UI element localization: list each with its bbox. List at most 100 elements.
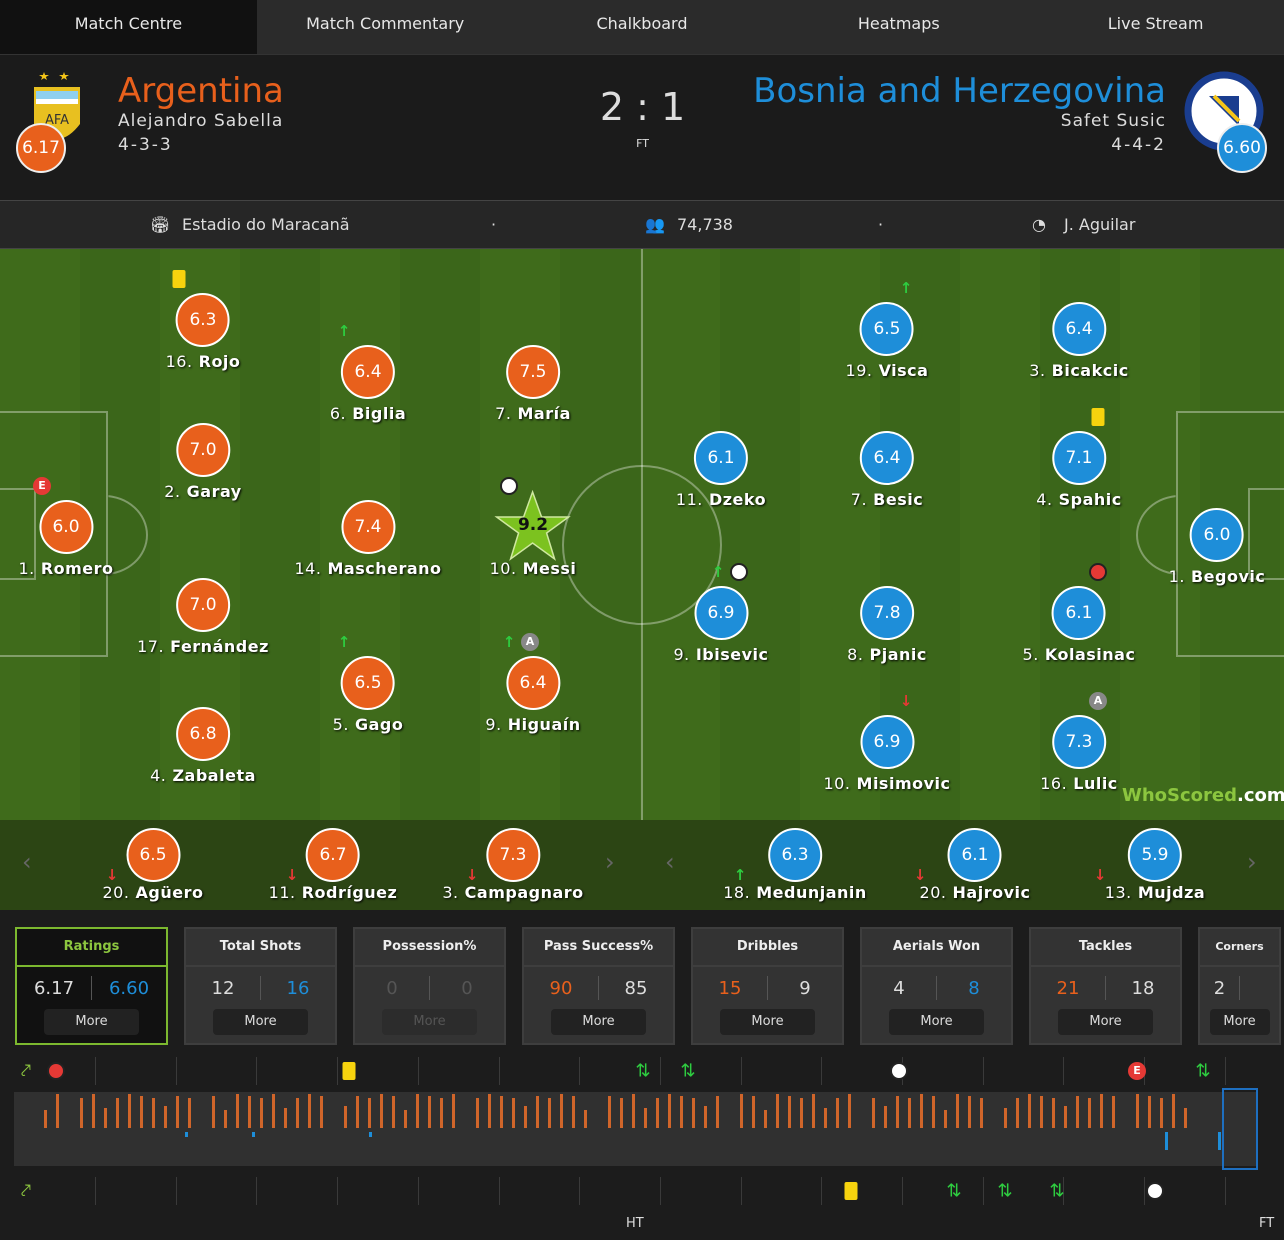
timeline-tick <box>659 1177 661 1205</box>
chalkboard-icon[interactable]: ⤤ <box>21 1061 31 1082</box>
player-rating: 7.8 <box>860 586 914 640</box>
player[interactable]: 6.5 19. Visca <box>846 302 929 380</box>
player[interactable]: 7.8 8. Pjanic <box>847 586 927 664</box>
player[interactable]: 9.2 10. Messi <box>490 490 577 578</box>
player-rating: 6.1 <box>1051 586 1106 640</box>
player[interactable]: 6.3 16. Rojo <box>166 293 241 371</box>
away-subs-next-button[interactable]: › <box>1247 848 1257 876</box>
yellow-card-icon <box>844 1182 858 1200</box>
player[interactable]: 6.0 1. Romero <box>18 500 113 578</box>
tab-match-centre[interactable]: Match Centre <box>0 0 257 54</box>
player-rating: 7.0 <box>176 578 230 632</box>
home-subs-prev-button[interactable]: ‹ <box>22 848 32 876</box>
player-rating: 7.3 <box>485 828 540 882</box>
player[interactable]: 7.5 7. María <box>495 345 571 423</box>
home-event-bar <box>248 1096 251 1128</box>
match-timeline[interactable] <box>14 1088 1258 1170</box>
more-button[interactable]: More <box>44 1009 139 1035</box>
stat-card[interactable]: Ratings 6.17 6.60 More <box>15 927 168 1045</box>
away-subs-prev-button[interactable]: ‹ <box>665 848 675 876</box>
home-event-bar <box>320 1096 323 1128</box>
tab-heatmaps[interactable]: Heatmaps <box>770 0 1027 54</box>
stat-title: Dribbles <box>693 929 842 967</box>
timeline-range-handle[interactable] <box>1222 1088 1258 1170</box>
stat-card[interactable]: Tackles 21 18 More <box>1029 927 1182 1045</box>
home-event-bar <box>80 1098 83 1128</box>
player[interactable]: 7.0 17. Fernández <box>137 578 269 656</box>
stat-card[interactable]: Pass Success% 90 85 More <box>522 927 675 1045</box>
pitch: WhoScored.com 6.3 16. Rojo 6.4 6. Biglia ↑ 7.… <box>0 249 1284 820</box>
player[interactable]: 6.0 1. Begovic <box>1169 508 1266 586</box>
stat-card[interactable]: Total Shots 12 16 More <box>184 927 337 1045</box>
away-stat-value: 18 <box>1131 977 1155 999</box>
substitution-icon[interactable]: ⇅ <box>1195 1061 1210 1082</box>
player[interactable]: 6.1 11. Dzeko <box>676 431 766 509</box>
player[interactable]: 6.4 9. Higuaín <box>485 656 580 734</box>
player[interactable]: 7.3 3. Campagnaro <box>442 828 583 902</box>
substitution-icon[interactable]: ⇅ <box>680 1061 695 1082</box>
more-button[interactable]: More <box>213 1009 308 1035</box>
chalkboard-icon[interactable]: ⤤ <box>21 1181 31 1202</box>
tab-chalkboard[interactable]: Chalkboard <box>514 0 771 54</box>
player[interactable]: 6.1 5. Kolasinac <box>1023 586 1136 664</box>
home-event-bar <box>1184 1108 1187 1128</box>
substitution-icon[interactable]: ⇅ <box>635 1061 650 1082</box>
player[interactable]: 6.9 9. Ibisevic <box>673 586 768 664</box>
player[interactable]: 6.5 20. Agüero <box>103 828 204 902</box>
substitution-icon[interactable]: ⇅ <box>997 1181 1012 1202</box>
home-event-bar <box>416 1094 419 1128</box>
timeline-tick <box>740 1177 742 1205</box>
match-header: AFA 6.17 Argentina Alejandro Sabella 4-3… <box>0 54 1284 200</box>
timeline-tick <box>256 1177 258 1205</box>
tab-live-stream[interactable]: Live Stream <box>1027 0 1284 54</box>
more-button[interactable]: More <box>551 1009 646 1035</box>
player-name: 9. Ibisevic <box>673 645 769 664</box>
goal-icon <box>890 1062 908 1080</box>
home-stat-value: 4 <box>893 977 905 999</box>
away-team-name[interactable]: Bosnia and Herzegovina <box>753 71 1166 111</box>
stat-card[interactable]: Corners 2 More <box>1198 927 1281 1045</box>
substitution-icon[interactable]: ⇅ <box>1049 1181 1064 1202</box>
timeline-tick <box>740 1057 742 1085</box>
crowd-icon: 👥 <box>645 215 665 234</box>
home-event-bar <box>212 1096 215 1128</box>
player[interactable]: 6.3 18. Medunjanin <box>723 828 867 902</box>
player[interactable]: 5.9 13. Mujdza <box>1105 828 1205 902</box>
assist-icon: A <box>1089 692 1107 710</box>
player[interactable]: 6.7 11. Rodríguez <box>269 828 398 902</box>
player[interactable]: 6.4 7. Besic <box>851 431 923 509</box>
home-subs-next-button[interactable]: › <box>605 848 615 876</box>
tab-match-commentary[interactable]: Match Commentary <box>257 0 514 54</box>
more-button[interactable]: More <box>889 1009 984 1035</box>
home-team-name[interactable]: Argentina <box>118 71 284 111</box>
player[interactable]: 6.4 6. Biglia <box>330 345 406 423</box>
substitutes-bar: ‹ › ‹ › 6.5 20. Agüero ↓ 6.7 11. Rodríguez ↓ 7… <box>0 820 1284 910</box>
home-event-bar <box>788 1096 791 1128</box>
more-button[interactable]: More <box>1058 1009 1153 1035</box>
home-event-bar <box>1028 1094 1031 1128</box>
referee: J. Aguilar <box>1064 215 1136 234</box>
more-button[interactable]: More <box>720 1009 815 1035</box>
substitution-icon[interactable]: ⇅ <box>946 1181 961 1202</box>
home-event-bar <box>1148 1096 1151 1128</box>
stat-card[interactable]: Dribbles 15 9 More <box>691 927 844 1045</box>
more-button[interactable]: More <box>382 1009 477 1035</box>
away-stat-value: 8 <box>968 977 980 999</box>
player[interactable]: 7.4 14. Mascherano <box>294 500 441 578</box>
home-event-bar <box>392 1096 395 1128</box>
player[interactable]: 6.8 4. Zabaleta <box>150 707 256 785</box>
away-event-bar <box>1218 1132 1221 1150</box>
player[interactable]: 6.5 5. Gago <box>333 656 404 734</box>
player[interactable]: 6.4 3. Bicakcic <box>1029 302 1128 380</box>
stat-card[interactable]: Possession% 0 0 More <box>353 927 506 1045</box>
more-button[interactable]: More <box>1209 1009 1270 1035</box>
player[interactable]: 6.1 20. Hajrovic <box>920 828 1031 902</box>
player[interactable]: 7.0 2. Garay <box>164 423 241 501</box>
player-name: 1. Begovic <box>1168 567 1266 586</box>
home-event-bar <box>308 1094 311 1128</box>
stat-card[interactable]: Aerials Won 4 8 More <box>860 927 1013 1045</box>
player[interactable]: 6.9 10. Misimovic <box>823 715 950 793</box>
player[interactable]: 7.3 16. Lulic <box>1040 715 1118 793</box>
player[interactable]: 7.1 4. Spahic <box>1036 431 1121 509</box>
home-event-bar <box>140 1096 143 1128</box>
